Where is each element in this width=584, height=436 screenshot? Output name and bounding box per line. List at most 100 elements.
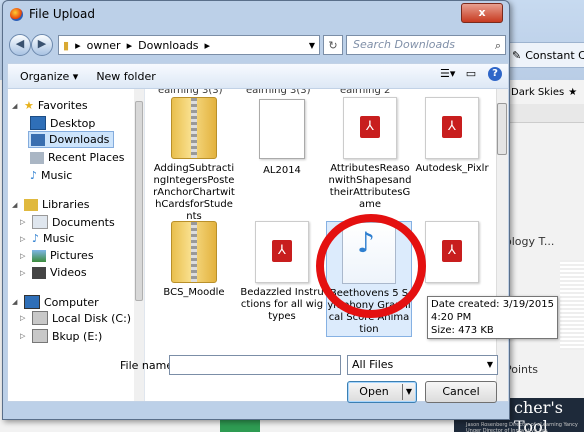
refresh-button[interactable]: ↻ <box>323 35 343 55</box>
address-bar[interactable]: ▮ ▸ owner ▸ Downloads ▸ ▼ <box>58 35 320 55</box>
chevron-right-icon: ▸ <box>75 38 81 52</box>
file-item[interactable]: ⅄ AttributesReasonwithShapesandtheirAttr… <box>328 97 412 211</box>
dialog-toolbar: Organize ▾ New folder ☰▾ ▭ ? <box>7 63 509 89</box>
tooltip-size: Size: 473 KB <box>431 325 494 336</box>
file-list-scroll-thumb[interactable] <box>497 103 507 155</box>
dialog-title: File Upload <box>29 7 95 21</box>
drive-icon <box>32 311 48 325</box>
nav-label: Downloads <box>49 133 110 146</box>
desktop-icon <box>30 116 46 130</box>
chevron-down-icon[interactable]: ▼ <box>406 382 412 402</box>
chevron-right-icon: ▸ <box>126 38 133 52</box>
chevron-down-icon[interactable]: ▼ <box>309 41 315 50</box>
forward-button[interactable]: ▶ <box>31 34 53 56</box>
new-folder-button[interactable]: New folder <box>96 70 155 83</box>
chevron-right-icon: ▸ <box>204 38 211 52</box>
file-name: AddingSubtractingIntegersPosterAnchorCha… <box>153 163 235 222</box>
drive-icon <box>32 329 48 343</box>
nav-label: Desktop <box>50 116 96 130</box>
organize-button[interactable]: Organize ▾ <box>20 70 78 83</box>
open-label: Open <box>359 385 389 398</box>
expand-icon[interactable]: ◢ <box>12 201 20 209</box>
expand-icon[interactable]: ▷ <box>20 332 28 340</box>
back-button[interactable]: ◀ <box>9 34 31 56</box>
nav-computer[interactable]: ◢ Computer <box>12 295 99 309</box>
nav-label: Documents <box>52 215 115 229</box>
expand-icon[interactable]: ◢ <box>12 102 20 110</box>
close-button[interactable]: x <box>461 3 503 23</box>
highlight-circle <box>316 214 426 318</box>
bookmark-item[interactable]: Dark Skies ★ <box>505 80 584 105</box>
open-button[interactable]: Open ▼ <box>347 381 417 403</box>
file-tooltip: Date created: 3/19/2015 4:20 PM Size: 47… <box>427 296 558 339</box>
nav-documents[interactable]: ▷ Documents <box>20 215 115 229</box>
breadcrumb-downloads[interactable]: Downloads <box>138 39 198 52</box>
search-icon[interactable]: ⌕ <box>495 37 501 55</box>
pdf-icon: ⅄ <box>343 97 397 159</box>
nav-label: Pictures <box>50 249 94 262</box>
zip-folder-icon <box>171 221 217 283</box>
chevron-down-icon: ▼ <box>486 360 493 369</box>
nav-videos[interactable]: ▷ Videos <box>20 266 87 279</box>
search-placeholder: Search Downloads <box>353 38 455 51</box>
nav-favorites[interactable]: ◢ ★ Favorites <box>12 99 88 112</box>
breadcrumb-owner[interactable]: owner <box>87 39 121 52</box>
file-item[interactable]: AddingSubtractingIntegersPosterAnchorCha… <box>152 97 236 223</box>
pencil-icon: ✎ <box>512 48 522 62</box>
expand-icon[interactable]: ▷ <box>20 252 28 260</box>
pdf-icon: ⅄ <box>425 97 479 159</box>
nav-label: Favorites <box>37 99 88 112</box>
preview-pane-icon[interactable]: ▭ <box>464 67 478 81</box>
bookmark-label: Dark Skies <box>511 86 565 98</box>
nav-label: Libraries <box>42 198 90 211</box>
file-item[interactable]: ⅄ Autodesk_Pixlr <box>410 97 494 175</box>
browser-strip <box>505 104 584 123</box>
browser-tab[interactable]: ✎ Constant C <box>505 42 584 68</box>
recent-places-icon <box>30 151 44 164</box>
file-name: Bedazzled Instructions for all wig types <box>240 287 324 322</box>
nav-pictures[interactable]: ▷ Pictures <box>20 249 94 262</box>
address-row: ◀ ▶ ▮ ▸ owner ▸ Downloads ▸ ▼ ↻ Search D… <box>3 31 509 59</box>
nav-local-disk[interactable]: ▷ Local Disk (C:) <box>20 311 131 325</box>
partial-file-label: ealrning 2 <box>340 88 391 96</box>
nav-recent-places[interactable]: Recent Places <box>30 151 125 164</box>
file-item[interactable]: ⅄ Bedazzled Instructions for all wig typ… <box>240 221 324 323</box>
file-type-select[interactable]: All Files ▼ <box>347 355 498 375</box>
navigation-pane: ◢ ★ Favorites Desktop Downloads Recent Pla… <box>8 89 145 401</box>
nav-libraries[interactable]: ◢ Libraries <box>12 198 90 211</box>
computer-icon <box>24 295 40 309</box>
libraries-icon <box>24 198 38 211</box>
help-icon[interactable]: ? <box>488 67 502 81</box>
music-icon: ♪ <box>32 232 40 245</box>
expand-icon[interactable]: ▷ <box>20 314 28 322</box>
expand-icon[interactable]: ▷ <box>20 269 28 277</box>
cancel-button[interactable]: Cancel <box>425 381 497 403</box>
nav-label: Recent Places <box>48 151 125 164</box>
file-item[interactable]: BCS_Moodle <box>152 221 236 299</box>
file-name: Autodesk_Pixlr <box>415 163 489 174</box>
expand-icon[interactable]: ▷ <box>20 218 28 226</box>
file-type-value: All Files <box>352 358 394 371</box>
nav-music-library[interactable]: ▷ ♪ Music <box>20 232 74 245</box>
expand-icon[interactable]: ◢ <box>12 298 20 306</box>
zip-folder-icon <box>171 97 217 159</box>
background-card-text: ology T... <box>505 235 555 248</box>
nav-downloads[interactable]: Downloads <box>28 131 115 148</box>
tab-label: Constant C <box>525 48 584 62</box>
star-icon: ★ <box>568 86 578 98</box>
tooltip-date: Date created: 3/19/2015 4:20 PM <box>431 299 554 323</box>
view-options-icon[interactable]: ☰▾ <box>440 67 455 81</box>
nav-label: Local Disk (C:) <box>52 311 132 325</box>
file-name-input[interactable]: ▼ <box>169 355 356 375</box>
nav-label: Computer <box>44 295 99 309</box>
search-input[interactable]: Search Downloads ⌕ <box>346 35 506 55</box>
nav-bkup[interactable]: ▷ Bkup (E:) <box>20 329 102 343</box>
expand-icon[interactable]: ▷ <box>20 235 28 243</box>
file-item[interactable]: AL2014 <box>240 97 324 177</box>
nav-music-favorite[interactable]: ♪ Music <box>30 169 72 182</box>
file-name: AL2014 <box>263 165 301 176</box>
nav-scroll-thumb[interactable] <box>135 101 143 301</box>
file-name: BCS_Moodle <box>163 287 225 298</box>
nav-desktop[interactable]: Desktop <box>30 116 95 130</box>
nav-label: Music <box>43 232 75 245</box>
